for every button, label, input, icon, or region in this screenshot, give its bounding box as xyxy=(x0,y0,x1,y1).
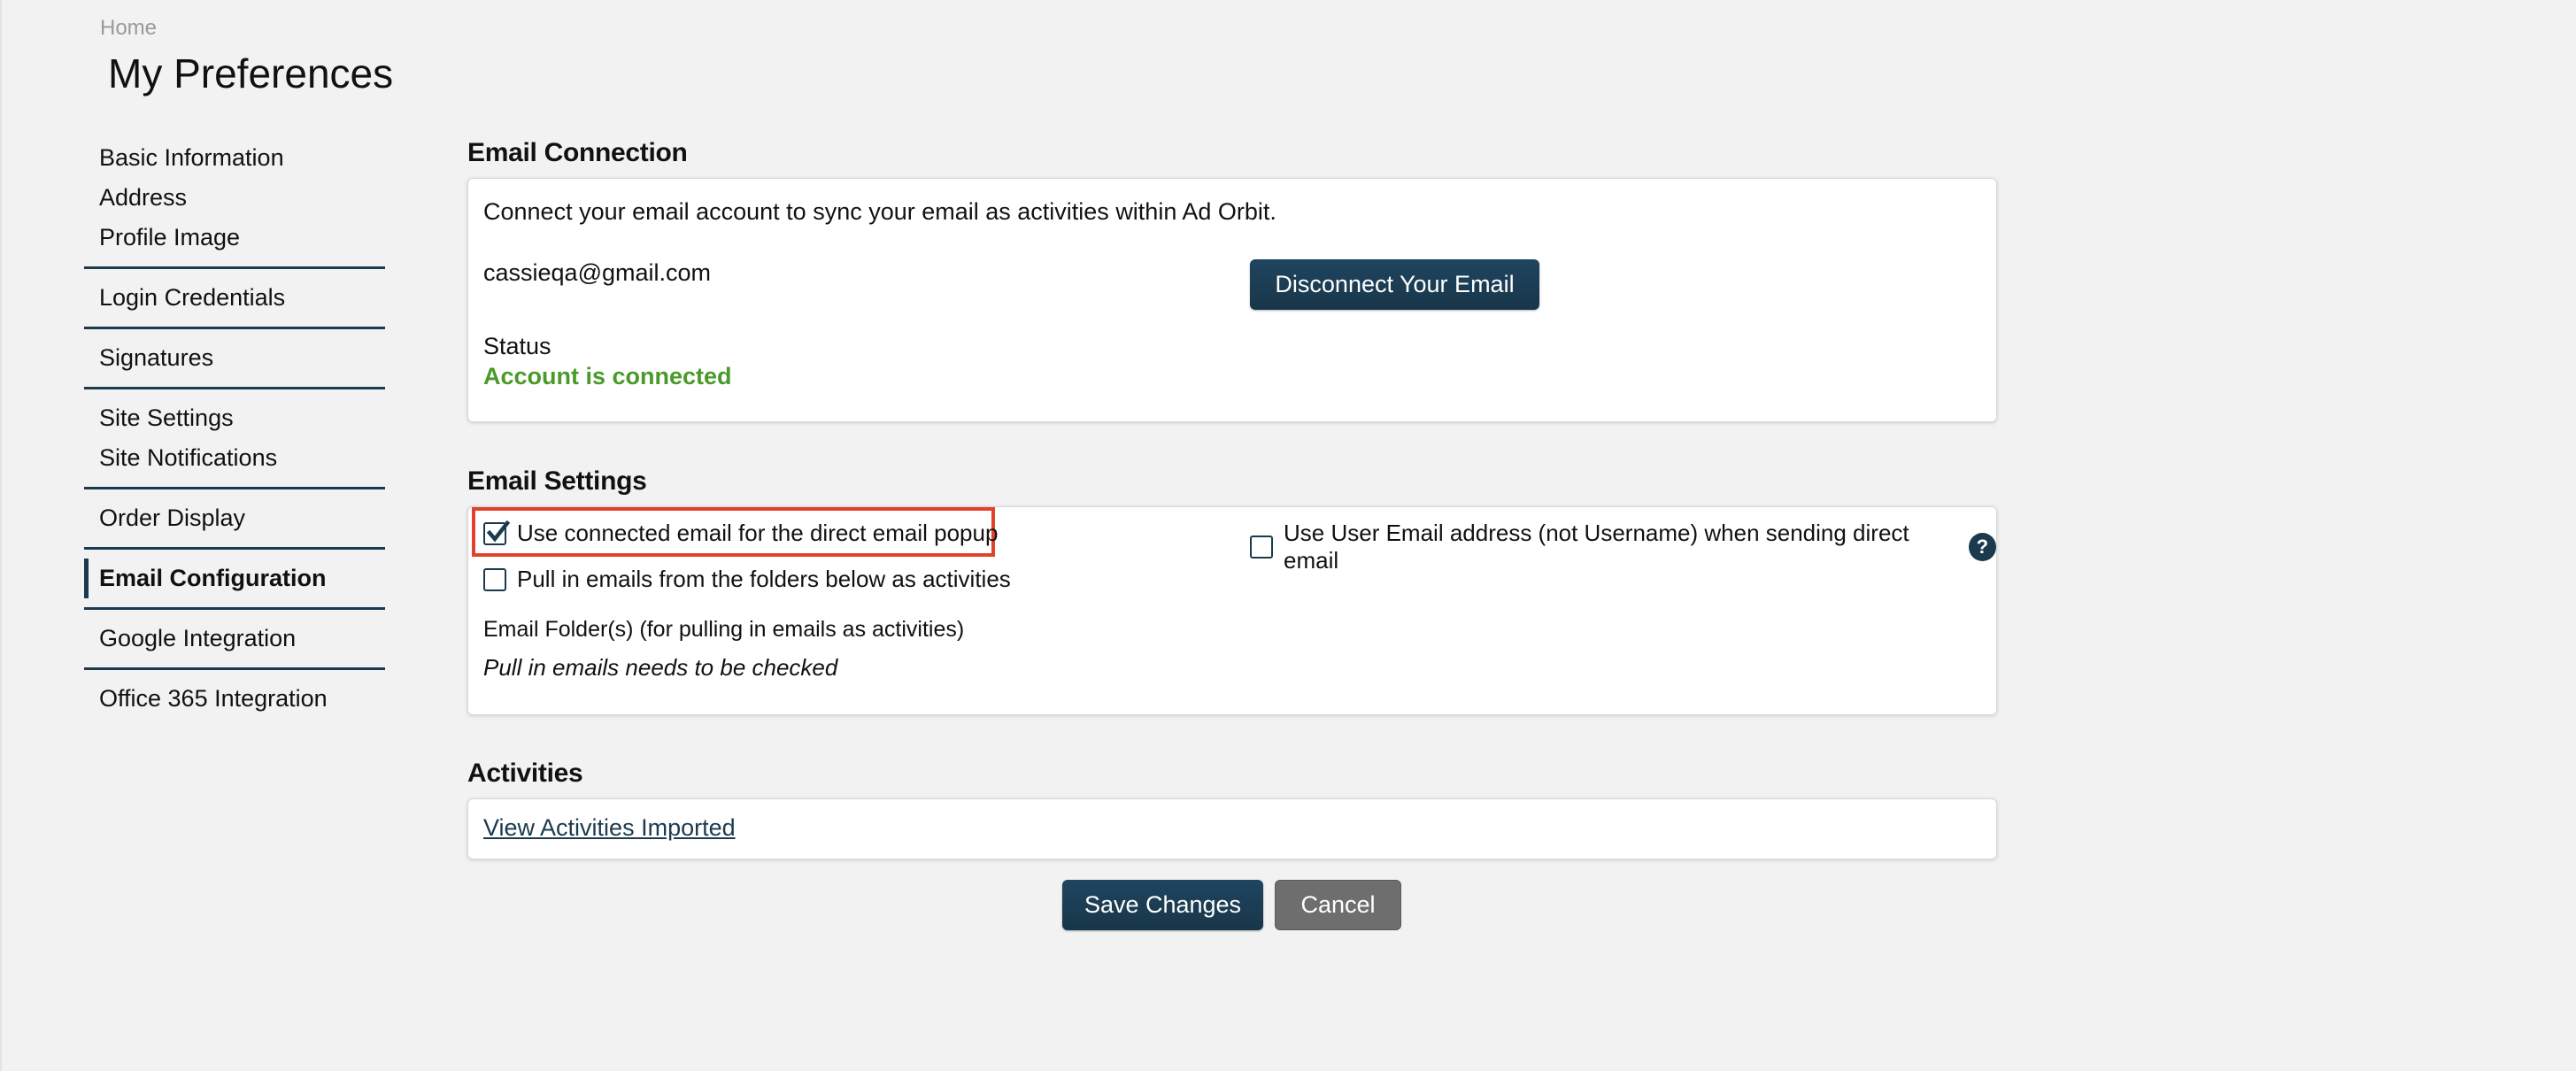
sidebar-group-google: Google Integration xyxy=(84,610,385,670)
sidebar-item-office-365-integration[interactable]: Office 365 Integration xyxy=(84,679,385,719)
cancel-button[interactable]: Cancel xyxy=(1275,880,1401,930)
sidebar-group-signatures: Signatures xyxy=(84,329,385,389)
sidebar-group-login: Login Credentials xyxy=(84,269,385,329)
activities-card: View Activities Imported xyxy=(467,798,1997,859)
pull-in-emails-label: Pull in emails from the folders below as… xyxy=(517,566,1011,592)
use-connected-email-label: Use connected email for the direct email… xyxy=(517,520,999,546)
email-connection-description: Connect your email account to sync your … xyxy=(483,198,1276,225)
disconnect-email-button[interactable]: Disconnect Your Email xyxy=(1250,259,1539,310)
sidebar-group-site: Site Settings Site Notifications xyxy=(84,389,385,489)
sidebar-item-signatures[interactable]: Signatures xyxy=(84,338,385,378)
sidebar-item-address[interactable]: Address xyxy=(84,178,385,218)
view-activities-imported-link[interactable]: View Activities Imported xyxy=(483,814,736,842)
breadcrumb: Home xyxy=(100,16,157,41)
sidebar-item-site-notifications[interactable]: Site Notifications xyxy=(84,438,385,478)
connection-status-value: Account is connected xyxy=(483,363,732,389)
sidebar-item-profile-image[interactable]: Profile Image xyxy=(84,218,385,258)
sidebar-item-email-configuration[interactable]: Email Configuration xyxy=(84,559,385,598)
email-settings-card: Use connected email for the direct email… xyxy=(467,506,1997,715)
email-connection-heading: Email Connection xyxy=(467,138,688,167)
connected-email-address: cassieqa@gmail.com xyxy=(483,259,712,286)
use-user-email-label: Use User Email address (not Username) wh… xyxy=(1284,520,1909,574)
page-edge-divider xyxy=(0,0,2,1071)
sidebar-item-order-display[interactable]: Order Display xyxy=(84,498,385,538)
preferences-sidebar: Basic Information Address Profile Image … xyxy=(84,131,385,728)
use-user-email-checkbox[interactable] xyxy=(1250,536,1273,559)
use-connected-email-checkbox[interactable] xyxy=(483,520,511,545)
sidebar-group-email: Email Configuration xyxy=(84,550,385,610)
preferences-page: Home My Preferences Basic Information Ad… xyxy=(0,0,2576,1071)
email-settings-heading: Email Settings xyxy=(467,466,647,496)
question-circle-icon[interactable]: ? xyxy=(1968,533,1996,561)
pull-in-emails-checkbox[interactable] xyxy=(483,567,506,591)
email-folders-label: Email Folder(s) (for pulling in emails a… xyxy=(483,617,965,642)
use-connected-email-option[interactable]: Use connected email for the direct email… xyxy=(483,520,998,547)
email-folders-note: Pull in emails needs to be checked xyxy=(483,654,838,681)
email-connection-card: Connect your email account to sync your … xyxy=(467,178,1997,422)
activities-heading: Activities xyxy=(467,759,583,788)
sidebar-item-google-integration[interactable]: Google Integration xyxy=(84,619,385,659)
breadcrumb-home-link[interactable]: Home xyxy=(100,16,157,40)
sidebar-item-basic-information[interactable]: Basic Information xyxy=(84,138,385,178)
sidebar-item-site-settings[interactable]: Site Settings xyxy=(84,398,385,438)
sidebar-item-login-credentials[interactable]: Login Credentials xyxy=(84,278,385,318)
page-title: My Preferences xyxy=(108,50,394,96)
checkmark-icon xyxy=(486,520,511,543)
sidebar-group-office365: Office 365 Integration xyxy=(84,670,385,728)
use-user-email-option[interactable]: Use User Email address (not Username) wh… xyxy=(1250,520,1996,574)
sidebar-group-order: Order Display xyxy=(84,489,385,550)
pull-in-emails-option[interactable]: Pull in emails from the folders below as… xyxy=(483,566,1011,593)
status-label: Status xyxy=(483,333,551,359)
save-changes-button[interactable]: Save Changes xyxy=(1062,880,1263,930)
sidebar-group-profile: Basic Information Address Profile Image xyxy=(84,131,385,269)
